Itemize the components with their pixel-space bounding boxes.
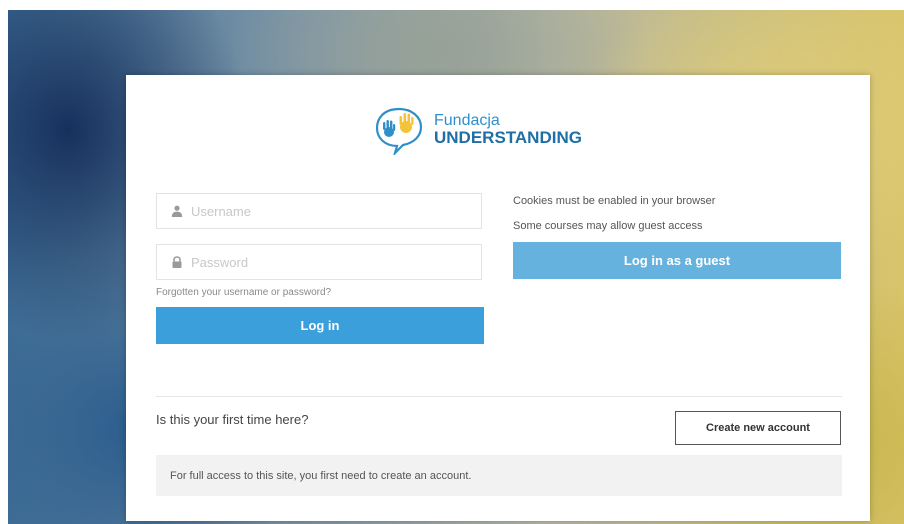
first-time-heading: Is this your first time here? (156, 412, 309, 427)
divider (156, 396, 842, 397)
username-input[interactable] (191, 203, 461, 219)
forgot-password-link[interactable]: Forgotten your username or password? (156, 287, 331, 298)
hands-logo-icon (375, 107, 423, 155)
password-input[interactable] (191, 254, 461, 270)
background: Fundacja UNDERSTANDING Forgotten your us… (8, 10, 904, 524)
login-card: Fundacja UNDERSTANDING Forgotten your us… (126, 75, 870, 521)
brand-name-line1: Fundacja (434, 111, 500, 129)
username-field[interactable] (156, 193, 482, 229)
logo-text: Fundacja UNDERSTANDING (434, 112, 582, 148)
signup-notice-text: For full access to this site, you first … (170, 469, 472, 482)
cookies-note: Cookies must be enabled in your browser (513, 195, 716, 207)
guest-access-note: Some courses may allow guest access (513, 220, 703, 232)
password-field[interactable] (156, 244, 482, 280)
lock-icon (172, 256, 182, 268)
create-account-button[interactable]: Create new account (675, 411, 841, 445)
login-button[interactable]: Log in (156, 307, 484, 344)
brand-name-line2: UNDERSTANDING (434, 128, 582, 148)
guest-login-button[interactable]: Log in as a guest (513, 242, 841, 279)
signup-notice: For full access to this site, you first … (156, 455, 842, 496)
user-icon (171, 205, 183, 217)
logo: Fundacja UNDERSTANDING (372, 105, 582, 155)
